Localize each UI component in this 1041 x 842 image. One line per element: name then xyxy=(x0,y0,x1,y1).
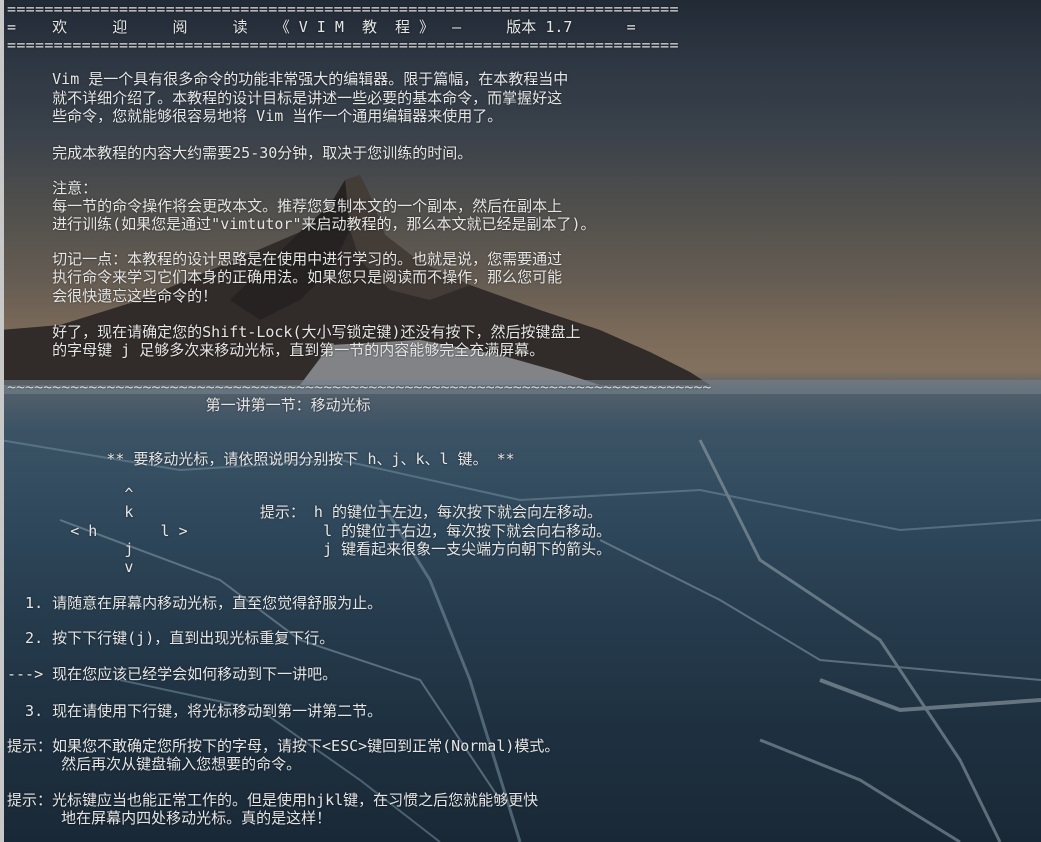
window-left-border xyxy=(0,0,4,842)
time-line: 完成本教程的内容大约需要25-30分钟，取决于您训练的时间。 xyxy=(7,144,473,162)
tip-1-line-2: 然后再次从键盘输入您想要的命令。 xyxy=(7,755,302,773)
header-title: = 欢 迎 阅 读 《 V I M 教 程 》 — 版本 1.7 = xyxy=(7,18,636,36)
ok-line-1: 好了，现在请确定您的Shift-Lock(大小写锁定键)还没有按下，然后按键盘上 xyxy=(7,323,581,341)
tip-2-line-2: 地在屏幕内四处移动光标。真的是这样！ xyxy=(7,809,332,827)
note-title: 注意： xyxy=(7,179,98,197)
intro-line-2: 就不详细介绍了。本教程的设计目标是讲述一些必要的基本命令，而掌握好这 xyxy=(7,89,563,107)
tip-2-line-1: 提示：光标键应当也能正常工作的。但是使用hjkl键，在习惯之后您就能够更快 xyxy=(7,791,539,809)
intro-line-3: 些命令，您就能够很容易地将 Vim 当作一个通用编辑器来使用了。 xyxy=(7,107,503,125)
header-rule-bottom: ========================================… xyxy=(7,36,679,54)
intro-line-1: Vim 是一个具有很多命令的功能非常强大的编辑器。限于篇幅，在本教程当中 xyxy=(7,70,569,88)
arrow-diagram-line-4: j j 键看起来很象一支尖端方向朝下的箭头。 xyxy=(7,540,612,558)
lesson-title: 第一讲第一节：移动光标 xyxy=(7,396,371,414)
step-1: 1. 请随意在屏幕内移动光标，直至您觉得舒服为止。 xyxy=(7,594,383,612)
step-3: 3. 现在请使用下行键，将光标移动到第一讲第二节。 xyxy=(7,702,383,720)
header-rule-top: ========================================… xyxy=(7,0,679,18)
arrow-diagram-line-2: k 提示： h 的键位于左边，每次按下就会向左移动。 xyxy=(7,503,602,521)
step-arrow-line: ---> 现在您应该已经学会如何移动到下一讲吧。 xyxy=(7,665,338,683)
tip-1-line-1: 提示：如果您不敢确定您所按下的字母，请按下<ESC>键回到正常(Normal)模… xyxy=(7,737,560,755)
section-divider: ~~~~~~~~~~~~~~~~~~~~~~~~~~~~~~~~~~~~~~~~… xyxy=(7,378,712,396)
remember-line-2: 执行命令来学习它们本身的正确用法。如果您只是阅读而不操作，那么您可能 xyxy=(7,268,563,286)
note-line-2: 进行训练(如果您是通过"vimtutor"来启动教程的，那么本文就已经是副本了)… xyxy=(7,215,596,233)
ok-line-2: 的字母键 j 足够多次来移动光标，直到第一节的内容能够完全充满屏幕。 xyxy=(7,341,545,359)
note-line-1: 每一节的命令操作将会更改本文。推荐您复制本文的一个副本，然后在副本上 xyxy=(7,197,563,215)
arrow-diagram-line-3: < h l > l 的键位于右边，每次按下就会向右移动。 xyxy=(7,522,612,540)
lesson-instruction: ** 要移动光标，请依照说明分别按下 h、j、k、l 键。 ** xyxy=(7,450,515,468)
arrow-diagram-line-5: v xyxy=(7,558,134,576)
step-2: 2. 按下下行键(j)，直到出现光标重复下行。 xyxy=(7,629,335,647)
vimtutor-text-area[interactable]: ========================================… xyxy=(7,0,1037,842)
remember-line-3: 会很快遗忘这些命令的！ xyxy=(7,287,218,305)
remember-line-1: 切记一点：本教程的设计思路是在使用中进行学习的。也就是说，您需要通过 xyxy=(7,250,563,268)
arrow-diagram-line-1: ^ xyxy=(7,485,134,503)
